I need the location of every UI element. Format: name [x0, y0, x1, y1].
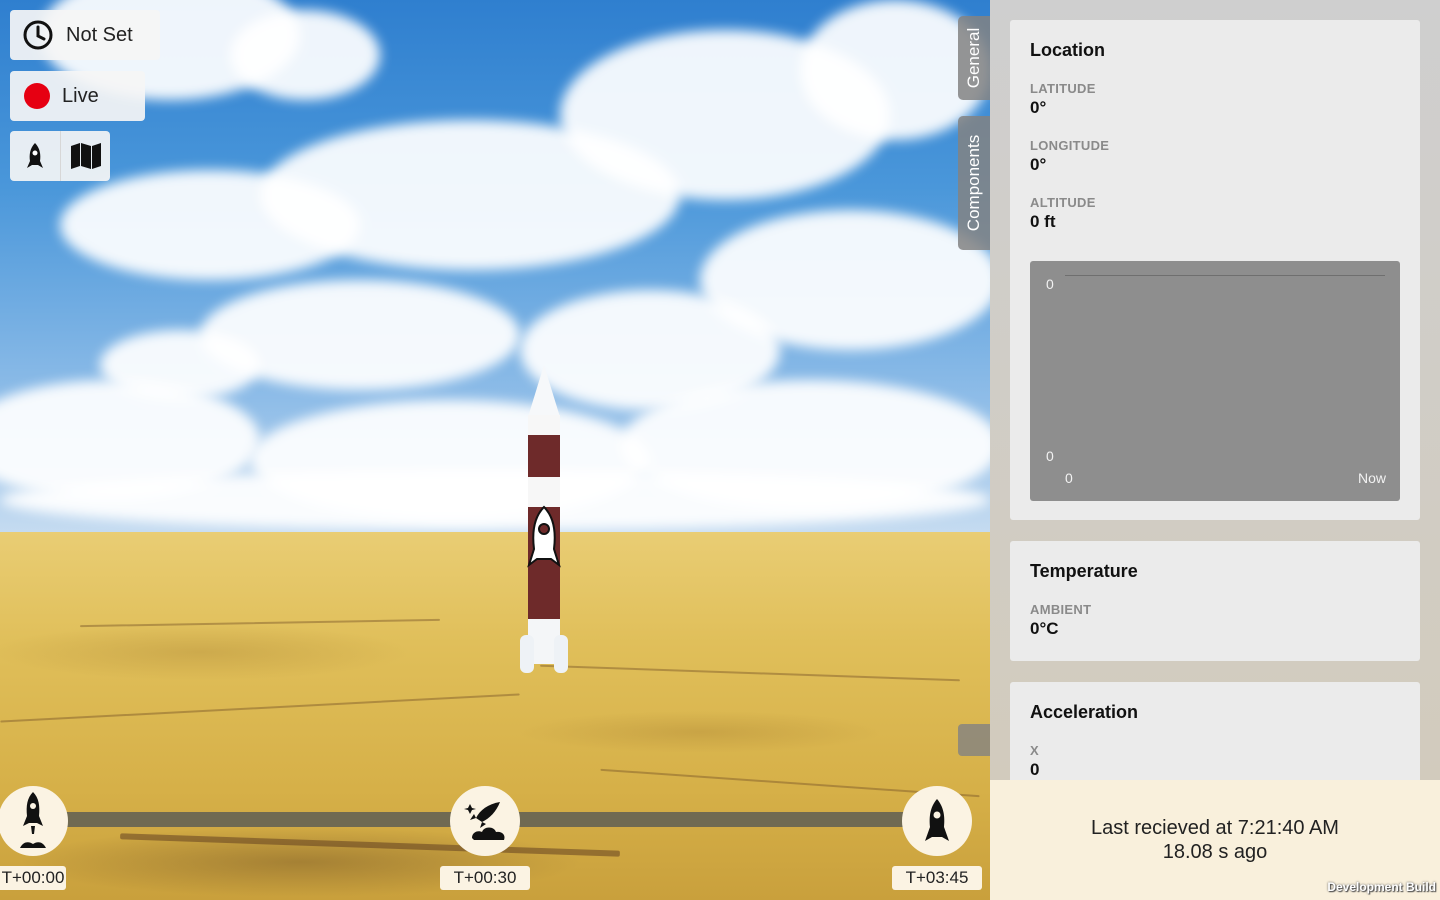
live-button[interactable]: Live	[10, 71, 145, 121]
elapsed-text: 18.08 s ago	[1162, 841, 1268, 863]
tab-components[interactable]: Components	[958, 116, 990, 250]
ambient-label: AMBIENT	[1030, 602, 1092, 617]
rocket-view-icon	[27, 143, 43, 168]
chart-x-end: Now	[1357, 470, 1386, 486]
telemetry-panel[interactable]: Location LATITUDE 0° LONGITUDE 0° ALTITU…	[990, 0, 1440, 780]
rocket-apogee-icon	[464, 802, 505, 840]
location-card: Location LATITUDE 0° LONGITUDE 0° ALTITU…	[1010, 20, 1420, 520]
timeline-event-launch[interactable]	[0, 786, 68, 856]
tab-general-label: General	[964, 27, 984, 89]
chart-x-start: 0	[1065, 470, 1073, 486]
cloud	[230, 10, 380, 100]
time-label: Not Set	[66, 23, 133, 46]
map-view-button[interactable]	[60, 131, 110, 181]
acceleration-card: Acceleration X 0	[1010, 682, 1420, 780]
altitude-value: 0 ft	[1030, 212, 1056, 231]
rocket-launch-icon	[20, 792, 46, 848]
chart-line	[1065, 275, 1385, 276]
longitude-value: 0°	[1030, 155, 1047, 174]
rocket-marker-icon	[527, 505, 561, 568]
rocket-landing-icon	[925, 799, 949, 841]
development-build-watermark: Development Build	[1327, 880, 1436, 894]
ground-crack	[120, 833, 620, 857]
3d-viewport[interactable]: Not Set Live General Components T+00:00 …	[0, 0, 990, 900]
live-label: Live	[62, 84, 99, 107]
panel-collapse-handle[interactable]	[958, 724, 990, 756]
sky	[0, 0, 990, 535]
chart-y-max: 0	[1046, 276, 1054, 292]
rocket-view-button[interactable]	[10, 131, 60, 181]
altitude-label: ALTITUDE	[1030, 195, 1096, 210]
temperature-card: Temperature AMBIENT 0°C	[1010, 541, 1420, 661]
latitude-value: 0°	[1030, 98, 1047, 117]
rocket-model	[518, 365, 568, 680]
ground-crack	[80, 618, 440, 628]
last-received-text: Last recieved at 7:21:40 AM	[1091, 817, 1339, 839]
timeline-label-launch: T+00:00	[0, 866, 66, 890]
ambient-value: 0°C	[1030, 619, 1059, 638]
time-selector-button[interactable]: Not Set	[10, 10, 160, 60]
status-footer: Last recieved at 7:21:40 AM 18.08 s ago …	[990, 780, 1440, 900]
view-mode-toggle	[10, 131, 110, 181]
longitude-label: LONGITUDE	[1030, 138, 1110, 153]
acceleration-x-label: X	[1030, 743, 1039, 758]
timeline-event-landing[interactable]	[902, 786, 972, 856]
altitude-chart: 0 0 0 Now	[1030, 261, 1400, 501]
location-title: Location	[1030, 40, 1105, 60]
timeline-label-apogee: T+00:30	[440, 866, 530, 890]
chart-y-min: 0	[1046, 448, 1054, 464]
live-indicator-icon	[24, 83, 50, 109]
tab-general[interactable]: General	[958, 16, 990, 100]
acceleration-x-value: 0	[1030, 760, 1040, 779]
latitude-label: LATITUDE	[1030, 81, 1096, 96]
timeline-label-landing: T+03:45	[892, 866, 982, 890]
acceleration-title: Acceleration	[1030, 702, 1139, 722]
tab-components-label: Components	[964, 134, 984, 232]
timeline-event-apogee[interactable]	[450, 786, 520, 856]
map-view-icon	[70, 143, 101, 169]
clock-icon	[23, 20, 53, 50]
ground-crack	[0, 693, 520, 723]
temperature-title: Temperature	[1030, 561, 1138, 581]
ground-crack	[540, 664, 960, 682]
cloud	[0, 470, 990, 530]
